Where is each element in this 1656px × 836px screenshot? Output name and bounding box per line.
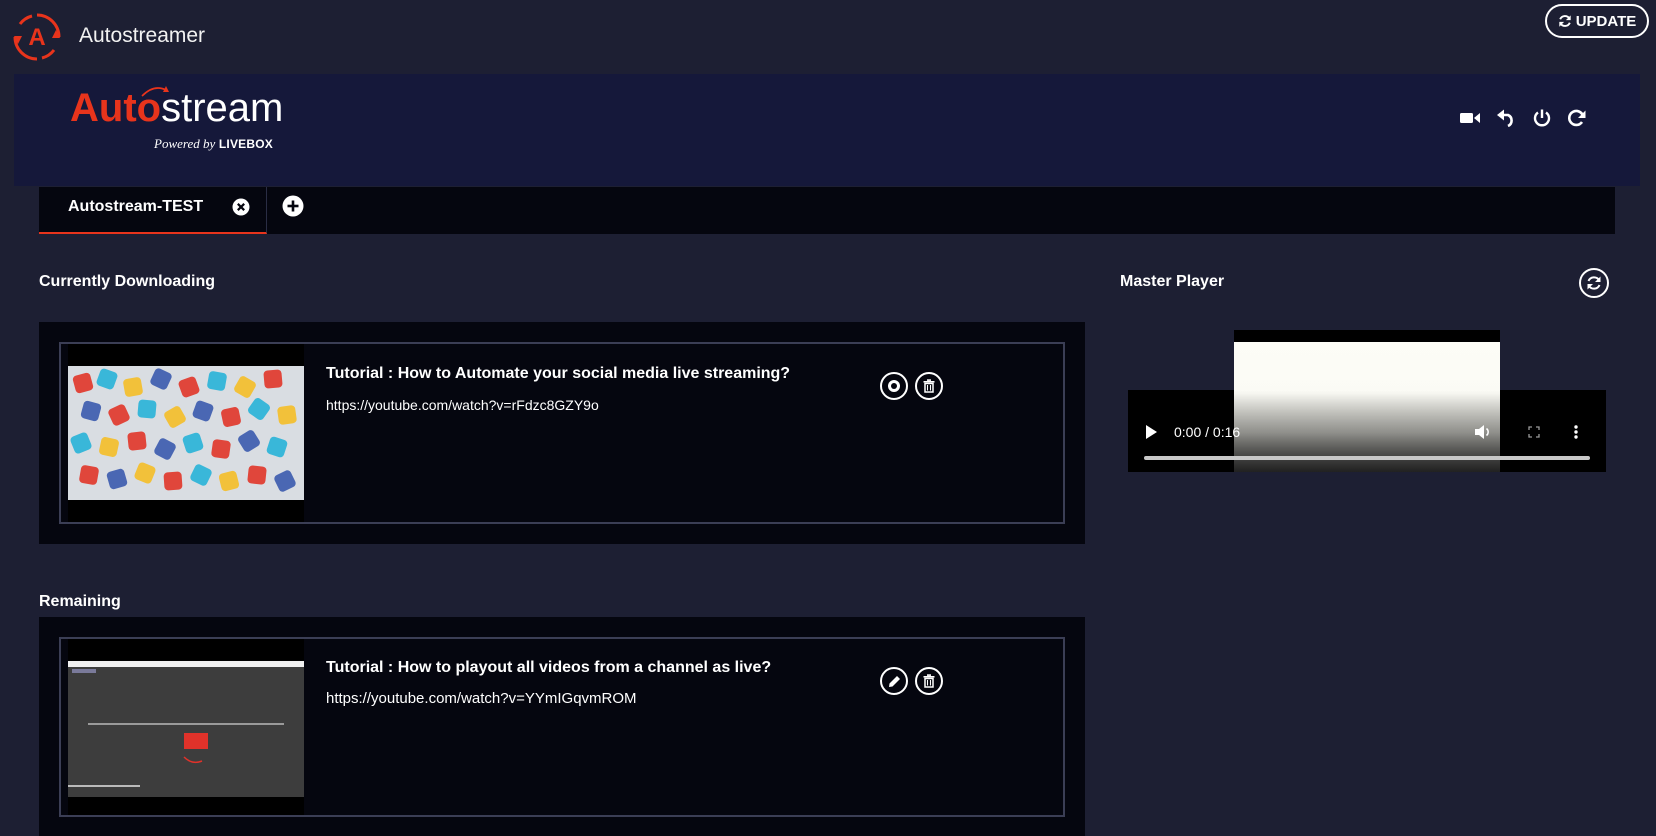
player-letterbox [1234,330,1500,342]
video-url: https://youtube.com/watch?v=YYmIGqvmROM [326,690,637,707]
add-tab-icon[interactable] [282,195,304,217]
remaining-heading: Remaining [39,593,121,610]
list-item: Tutorial : How to playout all videos fro… [59,637,1065,817]
video-thumbnail[interactable] [68,639,304,815]
player-seek-bar[interactable] [1144,456,1590,460]
update-label: UPDATE [1575,12,1637,30]
tab-strip: Autostream-TEST [39,187,1615,234]
play-icon[interactable] [1144,424,1158,440]
tab-close-icon[interactable] [232,198,250,216]
list-item: Tutorial : How to Automate your social m… [59,342,1065,524]
trash-icon [923,379,935,393]
undo-icon [1497,109,1513,127]
trash-icon [923,674,935,688]
reload-button[interactable] [1563,104,1591,132]
play-circle-icon [888,380,900,392]
livebox-brand: LIVEBOX [218,137,273,151]
tab-autostream-test[interactable]: Autostream-TEST [39,187,267,234]
delete-button[interactable] [915,667,943,695]
powered-by-text: Powered by [154,136,216,151]
currently-downloading-heading: Currently Downloading [39,273,215,290]
screen-recording-thumbnail [68,639,304,815]
brand-name-white: stream [161,86,284,130]
app-title: Autostreamer [79,24,206,47]
master-player-heading: Master Player [1120,273,1225,290]
social-media-icons-thumbnail [68,344,304,522]
undo-button[interactable] [1492,104,1520,132]
power-icon [1533,109,1551,127]
volume-icon[interactable] [1474,424,1492,440]
brand-swoosh-icon [141,86,169,97]
video-title: Tutorial : How to Automate your social m… [326,365,791,382]
delete-button[interactable] [915,372,943,400]
remaining-panel: Tutorial : How to playout all videos fro… [39,617,1085,836]
master-video-player[interactable]: 0:00 / 0:16 [1128,330,1606,472]
header-banner: Autostream Powered by LIVEBOX [14,74,1640,186]
tab-label: Autostream-TEST [68,198,204,215]
video-thumbnail[interactable] [68,344,304,522]
pencil-icon [888,675,900,687]
refresh-player-button[interactable] [1579,268,1609,298]
video-camera-button[interactable] [1456,104,1484,132]
autostream-brand-logo: Autostream Powered by LIVEBOX [70,86,283,151]
powered-by: Powered by LIVEBOX [154,136,273,152]
edit-button[interactable] [880,667,908,695]
power-button[interactable] [1528,104,1556,132]
refresh-icon [1587,276,1601,290]
autostreamer-logo-icon: A [13,13,61,61]
brand-name: Autostream [70,88,283,128]
fullscreen-icon[interactable] [1528,426,1540,438]
downloading-panel: Tutorial : How to Automate your social m… [39,322,1085,544]
player-time: 0:00 / 0:16 [1174,424,1241,440]
refresh-icon [1559,15,1571,27]
video-url: https://youtube.com/watch?v=rFdzc8GZY9o [326,397,599,413]
logo-letter: A [28,24,45,51]
refresh-icon [1568,109,1586,127]
video-title: Tutorial : How to playout all videos fro… [326,659,772,676]
update-button[interactable]: UPDATE [1545,4,1649,38]
more-options-icon[interactable] [1573,424,1579,440]
video-camera-icon [1460,113,1480,123]
preview-button[interactable] [880,372,908,400]
